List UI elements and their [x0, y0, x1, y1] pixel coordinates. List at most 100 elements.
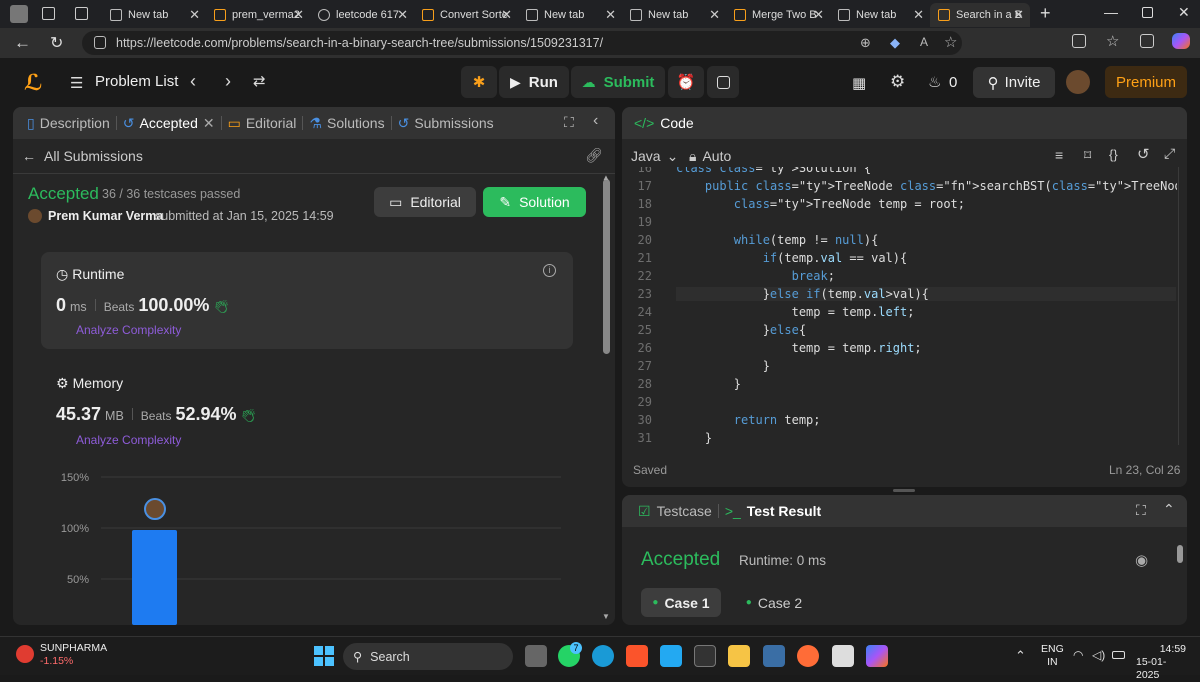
result-scrollbar[interactable]: [1177, 545, 1183, 563]
battery-icon[interactable]: [1112, 651, 1125, 659]
browser-tab[interactable]: New tab ✕: [830, 3, 930, 27]
stock-widget[interactable]: SUNPHARMA -1.15%: [16, 642, 107, 668]
tab-testcase[interactable]: ☑ Testcase: [632, 503, 718, 520]
edge-icon[interactable]: [592, 645, 614, 667]
reset-icon[interactable]: ↺: [1137, 145, 1150, 163]
refresh-icon[interactable]: ↻: [50, 33, 63, 53]
scroll-down-icon[interactable]: ▼: [602, 612, 610, 621]
task-view-icon[interactable]: [525, 645, 547, 667]
maximize-icon[interactable]: [1142, 7, 1153, 18]
copilot-app-icon[interactable]: [866, 645, 888, 667]
extensions-icon[interactable]: [1072, 34, 1086, 48]
site-info-icon[interactable]: [94, 36, 106, 49]
code-line[interactable]: return temp;: [676, 413, 821, 427]
browser-tab[interactable]: leetcode 617 ✕: [310, 3, 414, 27]
file-explorer-icon[interactable]: [728, 645, 750, 667]
vertical-tabs-icon[interactable]: [75, 7, 88, 20]
runtime-distribution-chart[interactable]: 150% 100% 50%: [41, 462, 571, 625]
postman-icon[interactable]: [797, 645, 819, 667]
tray-chevron-icon[interactable]: ⌃: [1015, 648, 1026, 664]
editor-scrollbar[interactable]: [1178, 167, 1179, 445]
user-avatar[interactable]: [1066, 70, 1090, 94]
close-tab-icon[interactable]: ✕: [913, 7, 924, 23]
random-problem-icon[interactable]: ⇄: [253, 72, 266, 90]
back-icon[interactable]: ←: [14, 33, 31, 53]
code-line[interactable]: class="ty">TreeNode temp = root;: [676, 197, 965, 211]
code-line[interactable]: if(temp.val == val){: [676, 251, 908, 265]
scrollbar[interactable]: [603, 179, 610, 354]
resize-handle[interactable]: [893, 489, 915, 492]
copilot-icon[interactable]: [1172, 33, 1190, 49]
store-icon[interactable]: [832, 645, 854, 667]
solution-button[interactable]: ✎ Solution: [483, 187, 586, 217]
submitter-name[interactable]: Prem Kumar Verma: [48, 209, 163, 223]
close-tab-icon[interactable]: ✕: [605, 7, 616, 23]
prev-problem-icon[interactable]: ‹: [190, 71, 196, 92]
close-window-icon[interactable]: ✕: [1178, 4, 1190, 21]
tab-test-result[interactable]: >_ Test Result: [719, 503, 827, 519]
scroll-up-icon[interactable]: ▲: [602, 173, 610, 182]
browser-tab-active[interactable]: Search in a B ✕: [930, 3, 1030, 27]
bookmark-icon[interactable]: ⌑: [1084, 147, 1091, 164]
tab-code[interactable]: </> Code: [628, 115, 700, 131]
language-select[interactable]: Java ⌄: [631, 148, 678, 165]
terminal-app-icon[interactable]: [694, 645, 716, 667]
extension-tag-icon[interactable]: ◆: [890, 35, 900, 51]
tab-editorial[interactable]: ▭ Editorial: [222, 115, 303, 132]
close-tab-icon[interactable]: ✕: [189, 7, 200, 23]
expand-panel-icon[interactable]: ⛶: [1136, 502, 1146, 519]
debug-button[interactable]: ✱: [461, 66, 497, 98]
info-icon[interactable]: i: [543, 264, 556, 277]
editorial-button[interactable]: ▭ Editorial: [374, 187, 476, 217]
layout-icon[interactable]: ▦: [852, 74, 866, 92]
close-tab-icon[interactable]: ✕: [501, 7, 512, 23]
tab-accepted[interactable]: ↺ Accepted ✕: [117, 115, 221, 132]
code-line[interactable]: }: [676, 359, 770, 373]
auto-mode[interactable]: 🔒︎ Auto: [689, 148, 731, 165]
analyze-complexity-link[interactable]: Analyze Complexity: [76, 323, 181, 337]
browser-tab[interactable]: New tab ✕: [102, 3, 206, 27]
tab-submissions[interactable]: ↺ Submissions: [392, 115, 500, 132]
zoom-icon[interactable]: ⊕: [860, 35, 871, 51]
language-indicator[interactable]: ENG IN: [1041, 643, 1064, 669]
case-1-tab[interactable]: ● Case 1: [641, 588, 721, 617]
wifi-icon[interactable]: ◠: [1073, 648, 1083, 662]
code-line[interactable]: class class="ty">Solution {: [676, 167, 871, 175]
favorite-star-icon[interactable]: ☆: [944, 33, 957, 51]
all-submissions-link[interactable]: ← All Submissions: [22, 148, 143, 164]
code-line[interactable]: }: [676, 431, 712, 445]
workspaces-icon[interactable]: [42, 7, 55, 20]
premium-button[interactable]: Premium: [1105, 66, 1187, 98]
code-line[interactable]: while(temp != null){: [676, 233, 879, 247]
invite-button[interactable]: ⚲ Invite: [973, 67, 1055, 98]
new-tab-icon[interactable]: +: [1040, 3, 1051, 24]
notes-button[interactable]: [707, 66, 739, 98]
distribution-bar[interactable]: [132, 530, 177, 625]
brave-icon[interactable]: [626, 645, 648, 667]
start-windows-icon[interactable]: [314, 646, 334, 666]
code-line[interactable]: public class="ty">TreeNode class="fn">se…: [676, 179, 1177, 193]
eye-icon[interactable]: ◉: [1135, 551, 1148, 569]
volume-icon[interactable]: ◁): [1092, 648, 1105, 662]
code-line[interactable]: }else{: [676, 323, 806, 337]
share-link-icon[interactable]: 🔗︎: [585, 147, 603, 164]
browser-tab[interactable]: Convert Sorte ✕: [414, 3, 518, 27]
profile-avatar[interactable]: [10, 5, 28, 23]
code-editor[interactable]: 16 class class="ty">Solution {17 public c…: [622, 167, 1177, 447]
collapse-up-icon[interactable]: ⌃: [1163, 501, 1175, 518]
browser-tab[interactable]: New tab ✕: [622, 3, 726, 27]
run-button[interactable]: ▶ Run: [499, 66, 569, 98]
analyze-complexity-link[interactable]: Analyze Complexity: [76, 433, 181, 447]
close-tab-icon[interactable]: ✕: [813, 7, 824, 23]
clock[interactable]: 14:59 15-01-2025: [1136, 643, 1186, 682]
runtime-card[interactable]: ◷ Runtime i 0 ms Beats 100.00% 👏︎ Analyze…: [41, 252, 573, 349]
close-tab-icon[interactable]: ✕: [709, 7, 720, 23]
leetcode-logo-icon[interactable]: ℒ: [24, 70, 43, 96]
close-tab-icon[interactable]: ✕: [203, 115, 215, 132]
submit-button[interactable]: ☁ Submit: [571, 66, 665, 98]
close-tab-icon[interactable]: ✕: [1013, 7, 1024, 23]
favorites-icon[interactable]: ☆: [1106, 32, 1119, 50]
code-line[interactable]: temp = temp.left;: [676, 305, 915, 319]
browser-tab[interactable]: New tab ✕: [518, 3, 622, 27]
case-2-tab[interactable]: ● Case 2: [734, 588, 814, 617]
